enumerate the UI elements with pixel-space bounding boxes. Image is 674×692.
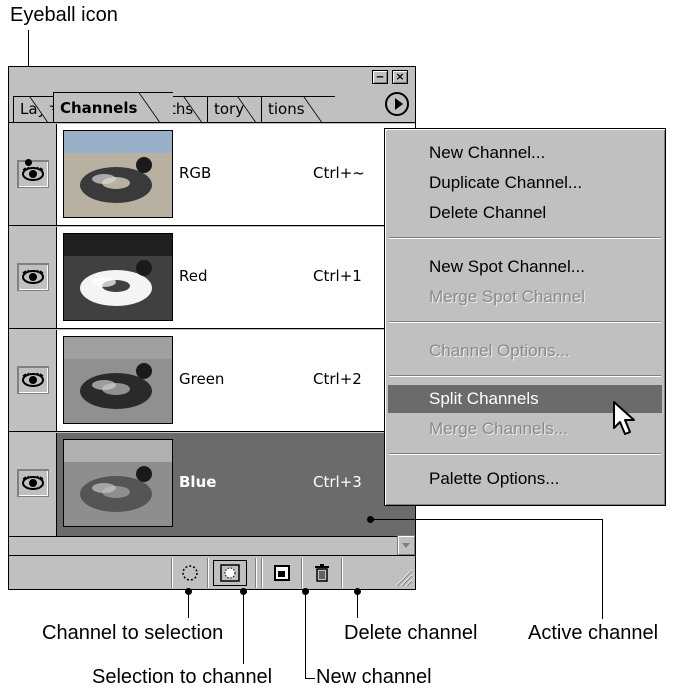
visibility-cell[interactable] <box>9 124 57 225</box>
palette-flyout-menu: New Channel... Duplicate Channel... Dele… <box>384 128 666 506</box>
menu-item-new-spot-channel[interactable]: New Spot Channel... <box>385 253 665 281</box>
channel-shortcut: Ctrl+2 <box>313 370 362 388</box>
channel-thumbnail-green <box>63 336 173 424</box>
leader-delete-channel <box>357 592 358 618</box>
selection-to-channel-icon <box>220 564 240 582</box>
leader-active-channel <box>602 519 603 619</box>
channel-shortcut: Ctrl+~ <box>313 164 365 182</box>
leader-channel-to-selection <box>188 592 189 618</box>
channel-thumbnail-blue <box>63 439 173 527</box>
play-arrow-icon <box>395 98 403 110</box>
leader-selection-to-channel <box>243 592 244 664</box>
divider <box>171 558 173 588</box>
tab-channels[interactable]: Channels <box>53 92 173 122</box>
scroll-down-button[interactable] <box>397 535 415 555</box>
divider <box>341 558 343 588</box>
tab-history[interactable]: tory <box>207 96 269 122</box>
visibility-cell[interactable] <box>9 227 57 328</box>
channel-name: Blue <box>179 473 217 491</box>
menu-item-channel-options[interactable]: Channel Options... <box>385 337 665 365</box>
menu-item-new-channel[interactable]: New Channel... <box>385 139 665 167</box>
channel-shortcut: Ctrl+1 <box>313 267 362 285</box>
callout-active-channel: Active channel <box>528 622 659 644</box>
channel-thumbnail-red <box>63 233 173 321</box>
channel-shortcut: Ctrl+3 <box>313 473 362 491</box>
visibility-cell[interactable] <box>9 433 57 536</box>
callout-delete-channel: Delete channel <box>344 622 478 644</box>
leader-dot <box>25 159 32 166</box>
channel-row-blue[interactable]: Blue Ctrl+3 <box>9 433 415 537</box>
palette-menu-button[interactable] <box>385 92 409 116</box>
menu-separator <box>389 453 661 455</box>
trash-icon <box>315 564 329 582</box>
selection-to-channel-button[interactable] <box>213 560 247 586</box>
new-channel-icon <box>274 565 290 581</box>
menu-item-duplicate-channel[interactable]: Duplicate Channel... <box>385 169 665 197</box>
channel-to-selection-icon <box>182 565 198 581</box>
callout-selection-to-channel: Selection to channel <box>92 666 273 688</box>
leader-active-channel <box>371 519 603 520</box>
leader-new-channel <box>305 592 306 678</box>
divider <box>261 558 263 588</box>
mouse-cursor-icon <box>613 401 635 435</box>
channel-name: Green <box>179 370 225 388</box>
eyeball-icon[interactable] <box>17 160 49 188</box>
menu-item-palette-options[interactable]: Palette Options... <box>385 465 665 493</box>
callout-channel-to-selection: Channel to selection <box>42 622 224 644</box>
eyeball-icon[interactable] <box>17 366 49 394</box>
menu-item-merge-spot-channel[interactable]: Merge Spot Channel <box>385 283 665 311</box>
visibility-cell[interactable] <box>9 330 57 431</box>
callout-new-channel: New channel <box>316 666 432 688</box>
divider <box>301 558 303 588</box>
divider <box>207 558 209 588</box>
close-button[interactable]: × <box>392 70 408 84</box>
channel-row-green[interactable]: Green Ctrl+2 <box>9 330 415 432</box>
channel-row-red[interactable]: Red Ctrl+1 <box>9 227 415 329</box>
menu-separator <box>389 375 661 377</box>
eyeball-icon[interactable] <box>17 263 49 291</box>
eyeball-icon[interactable] <box>17 469 49 497</box>
channel-row-rgb[interactable]: RGB Ctrl+~ <box>9 124 415 226</box>
palette-bottom-bar <box>9 555 415 589</box>
delete-channel-button[interactable] <box>307 560 337 586</box>
new-channel-button[interactable] <box>267 560 297 586</box>
channel-thumbnail-rgb <box>63 130 173 218</box>
callout-eyeball-icon: Eyeball icon <box>10 4 118 26</box>
leader-new-channel <box>305 678 315 679</box>
palette-titlebar[interactable]: ‒ × <box>9 67 415 87</box>
divider <box>255 558 257 588</box>
channel-name: RGB <box>179 164 212 182</box>
channel-name: Red <box>179 267 208 285</box>
channel-to-selection-button[interactable] <box>175 560 205 586</box>
menu-separator <box>389 237 661 239</box>
menu-separator <box>389 321 661 323</box>
palette-tabs: Laye Channels ths tory tions <box>9 87 415 123</box>
channels-palette: ‒ × Laye Channels ths tory tions RGB Ctr… <box>8 66 416 590</box>
arrow-down-icon <box>402 543 410 548</box>
minimize-button[interactable]: ‒ <box>372 70 388 84</box>
menu-item-delete-channel[interactable]: Delete Channel <box>385 199 665 227</box>
resize-grip[interactable] <box>391 565 413 587</box>
tab-actions[interactable]: tions <box>261 96 335 122</box>
